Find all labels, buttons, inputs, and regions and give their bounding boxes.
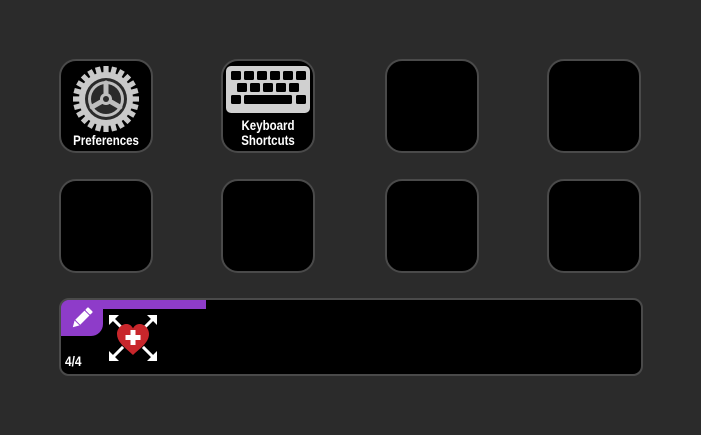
dial-touch-strip[interactable]: 4/4	[59, 298, 643, 376]
heart-expand-icon[interactable]	[107, 313, 159, 363]
empty-key[interactable]	[221, 179, 315, 273]
keyboard-shortcuts-key-label: Keyboard Shortcuts	[241, 117, 295, 148]
page-indicator: 4/4	[65, 353, 82, 369]
empty-key[interactable]	[547, 179, 641, 273]
pencil-icon	[72, 307, 93, 328]
stream-deck-canvas: Preferences Keyboard Shortcuts 4/4	[0, 0, 701, 435]
keyboard-shortcuts-key[interactable]: Keyboard Shortcuts	[221, 59, 315, 153]
keyboard-icon	[223, 65, 313, 115]
gear-icon	[61, 65, 151, 133]
empty-key[interactable]	[385, 59, 479, 153]
empty-key[interactable]	[385, 179, 479, 273]
empty-key[interactable]	[59, 179, 153, 273]
empty-key[interactable]	[547, 59, 641, 153]
edit-button[interactable]	[61, 300, 103, 336]
preferences-key-label: Preferences	[73, 132, 139, 148]
preferences-key[interactable]: Preferences	[59, 59, 153, 153]
progress-track	[61, 300, 641, 309]
